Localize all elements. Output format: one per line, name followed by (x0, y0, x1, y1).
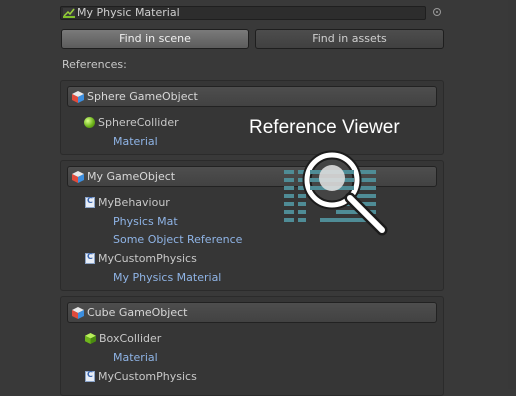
csharp-script-icon (85, 252, 95, 264)
gameobject-cube-icon (72, 170, 84, 183)
object-field-value: My Physic Material (77, 6, 180, 19)
gameobject-header[interactable]: Cube GameObject (67, 302, 437, 323)
component-name: MyCustomPhysics (98, 252, 197, 265)
gameobject-title: My GameObject (87, 170, 176, 183)
component-row[interactable]: MyCustomPhysics (85, 252, 197, 265)
overlay-title: Reference Viewer (249, 117, 400, 138)
csharp-script-icon (85, 196, 95, 208)
gameobject-cube-icon (72, 90, 84, 103)
gameobject-title: Sphere GameObject (87, 90, 198, 103)
object-picker-icon[interactable] (433, 8, 441, 16)
csharp-script-icon (85, 370, 95, 382)
magnifier-list-icon (284, 150, 388, 236)
component-row[interactable]: MyBehaviour (85, 196, 170, 209)
component-name: MyCustomPhysics (98, 370, 197, 383)
field-link[interactable]: Some Object Reference (113, 233, 242, 246)
field-link[interactable]: My Physics Material (113, 271, 221, 284)
component-row[interactable]: BoxCollider (85, 332, 161, 345)
field-link[interactable]: Physics Mat (113, 215, 178, 228)
object-field[interactable]: My Physic Material (60, 6, 426, 20)
references-label: References: (62, 58, 127, 71)
component-row[interactable]: MyCustomPhysics (85, 370, 197, 383)
physic-material-icon (63, 8, 75, 18)
box-collider-icon (85, 333, 96, 344)
tab-find-in-scene[interactable]: Find in scene (61, 29, 249, 49)
gameobject-title: Cube GameObject (87, 306, 188, 319)
field-link[interactable]: Material (113, 351, 158, 364)
component-row[interactable]: SphereCollider (84, 116, 179, 129)
gameobject-cube-icon (72, 306, 84, 319)
sphere-collider-icon (84, 117, 95, 128)
component-name: BoxCollider (99, 332, 162, 345)
component-name: SphereCollider (98, 116, 179, 129)
gameobject-header[interactable]: Sphere GameObject (67, 86, 437, 107)
component-name: MyBehaviour (98, 196, 170, 209)
tab-find-in-assets[interactable]: Find in assets (255, 29, 444, 49)
scrollbar[interactable] (508, 0, 516, 389)
field-link[interactable]: Material (113, 135, 158, 148)
